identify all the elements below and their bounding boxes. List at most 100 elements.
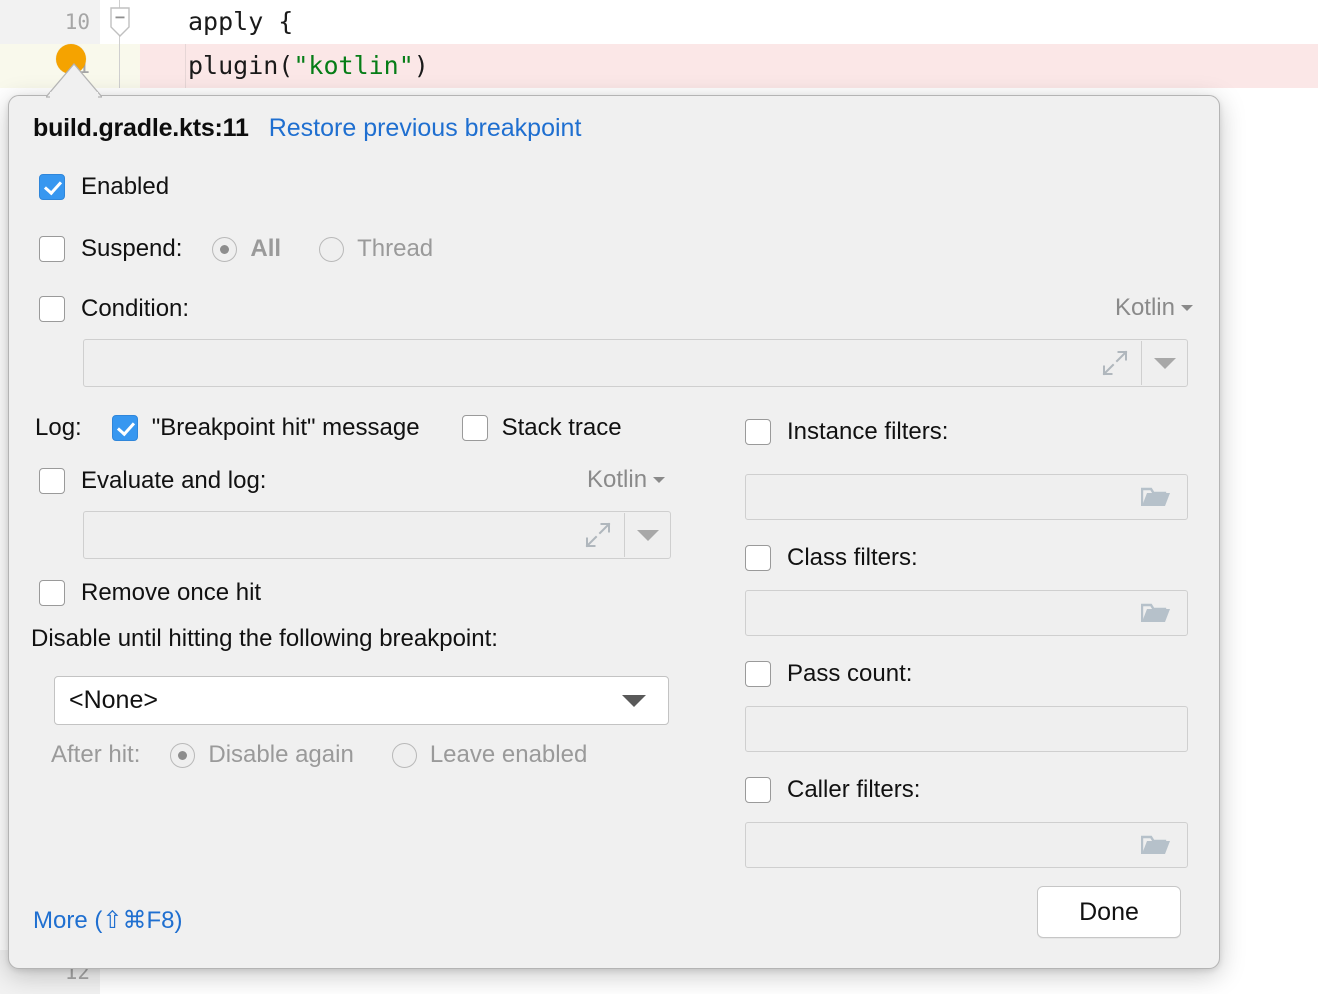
enabled-checkbox[interactable] xyxy=(39,174,65,200)
instance-filters-row[interactable]: Instance filters: xyxy=(745,418,948,446)
code-line-10: 10 apply { xyxy=(0,0,1318,44)
log-stack-trace-label: Stack trace xyxy=(501,414,622,441)
after-hit-label: After hit: xyxy=(51,741,141,768)
pass-count-label: Pass count: xyxy=(787,660,913,687)
code-line-11: 11 plugin("kotlin") xyxy=(0,44,1318,88)
log-stack-trace-option[interactable]: Stack trace xyxy=(461,414,622,442)
after-hit-row: After hit: Disable again Leave enabled xyxy=(51,741,587,769)
evaluate-expand-button[interactable] xyxy=(572,512,624,558)
log-label: Log: xyxy=(35,414,82,441)
condition-checkbox[interactable] xyxy=(39,296,65,322)
line-number: 10 xyxy=(64,10,90,34)
suspend-thread-label: Thread xyxy=(357,235,434,262)
log-row: Log: "Breakpoint hit" message Stack trac… xyxy=(35,414,622,442)
code-string-literal: "kotlin" xyxy=(293,51,414,80)
chevron-down-icon xyxy=(1153,357,1176,369)
log-stack-trace-checkbox[interactable] xyxy=(461,415,488,441)
caller-filters-checkbox[interactable] xyxy=(745,777,771,803)
disable-until-label: Disable until hitting the following brea… xyxy=(31,625,498,652)
condition-expand-button[interactable] xyxy=(1089,340,1141,386)
condition-history-dropdown-button[interactable] xyxy=(1142,340,1187,386)
enabled-label: Enabled xyxy=(81,173,170,200)
class-filters-row[interactable]: Class filters: xyxy=(745,544,918,572)
code-text: apply { xyxy=(188,7,294,36)
folder-open-icon xyxy=(1141,603,1170,622)
code-text-prefix: plugin( xyxy=(188,51,294,80)
fold-guide-line xyxy=(119,44,120,88)
condition-label: Condition: xyxy=(81,295,190,322)
done-button[interactable]: Done xyxy=(1037,886,1181,938)
disable-until-selected-value: <None> xyxy=(69,686,158,714)
condition-language-selector[interactable]: Kotlin xyxy=(1115,294,1193,322)
restore-previous-breakpoint-link[interactable]: Restore previous breakpoint xyxy=(269,114,582,143)
page-title: build.gradle.kts:11 xyxy=(33,114,249,142)
evaluate-and-log-checkbox[interactable] xyxy=(39,468,65,494)
evaluate-language-selector[interactable]: Kotlin xyxy=(587,466,666,494)
caller-filters-browse-button[interactable] xyxy=(1133,823,1179,867)
pass-count-checkbox[interactable] xyxy=(745,661,771,687)
suspend-row[interactable]: Suspend: All Thread xyxy=(39,235,433,263)
fold-column[interactable] xyxy=(100,0,140,44)
condition-language-label: Kotlin xyxy=(1114,294,1175,321)
popup-header: build.gradle.kts:11 Restore previous bre… xyxy=(33,114,581,143)
code-line-body[interactable]: apply { xyxy=(140,0,1318,44)
remove-once-hit-checkbox[interactable] xyxy=(39,580,65,606)
code-line-body[interactable]: plugin("kotlin") xyxy=(140,44,1318,88)
expand-diagonal-icon xyxy=(1102,350,1128,376)
suspend-checkbox[interactable] xyxy=(39,236,65,262)
evaluate-and-log-input[interactable] xyxy=(83,511,671,559)
code-text: plugin("kotlin") xyxy=(188,44,429,88)
done-button-label: Done xyxy=(1079,897,1139,926)
suspend-thread-radio[interactable] xyxy=(319,236,345,262)
pass-count-input[interactable] xyxy=(745,706,1188,752)
chevron-down-icon xyxy=(1181,305,1193,311)
folder-open-icon xyxy=(1141,835,1170,854)
instance-filters-label: Instance filters: xyxy=(787,418,949,445)
caller-filters-row[interactable]: Caller filters: xyxy=(745,776,920,804)
evaluate-and-log-row[interactable]: Evaluate and log: xyxy=(39,467,266,495)
after-hit-disable-again-radio[interactable] xyxy=(170,742,196,768)
class-filters-checkbox[interactable] xyxy=(745,545,771,571)
code-text-suffix: ) xyxy=(413,51,429,80)
after-hit-disable-again-label: Disable again xyxy=(208,741,354,768)
remove-once-hit-label: Remove once hit xyxy=(81,579,262,606)
after-hit-option-disable-again[interactable]: Disable again xyxy=(170,741,354,769)
chevron-down-icon xyxy=(636,529,659,541)
expand-diagonal-icon xyxy=(585,522,611,548)
suspend-label: Suspend: xyxy=(81,235,183,262)
class-filters-browse-button[interactable] xyxy=(1133,591,1179,635)
log-message-label: "Breakpoint hit" message xyxy=(151,414,420,441)
evaluate-history-dropdown-button[interactable] xyxy=(625,512,670,558)
after-hit-leave-enabled-radio[interactable] xyxy=(391,742,417,768)
popup-pointer-tail xyxy=(46,62,102,98)
after-hit-leave-enabled-label: Leave enabled xyxy=(429,741,588,768)
indent-guide xyxy=(185,44,186,88)
disable-until-row: Disable until hitting the following brea… xyxy=(31,625,498,653)
caller-filters-input[interactable] xyxy=(745,822,1188,868)
breakpoint-properties-popup: build.gradle.kts:11 Restore previous bre… xyxy=(8,95,1220,969)
instance-filters-browse-button[interactable] xyxy=(1133,475,1179,519)
suspend-all-label: All xyxy=(250,235,282,262)
fold-column xyxy=(100,44,140,88)
class-filters-input[interactable] xyxy=(745,590,1188,636)
log-message-option[interactable]: "Breakpoint hit" message xyxy=(111,414,420,442)
chevron-down-icon xyxy=(653,477,666,483)
enabled-row[interactable]: Enabled xyxy=(39,173,169,201)
editor-gutter[interactable]: 10 xyxy=(0,0,100,44)
condition-input[interactable] xyxy=(83,339,1188,387)
disable-until-breakpoint-select[interactable]: <None> xyxy=(54,676,669,725)
code-fold-collapse-icon[interactable] xyxy=(109,7,131,37)
suspend-all-radio[interactable] xyxy=(212,236,238,262)
chevron-down-icon xyxy=(622,694,646,707)
remove-once-hit-row[interactable]: Remove once hit xyxy=(39,579,261,607)
instance-filters-checkbox[interactable] xyxy=(745,419,771,445)
pass-count-row[interactable]: Pass count: xyxy=(745,660,912,688)
log-message-checkbox[interactable] xyxy=(111,415,138,441)
condition-row[interactable]: Condition: xyxy=(39,295,189,323)
suspend-option-all[interactable]: All xyxy=(212,235,281,263)
suspend-option-thread[interactable]: Thread xyxy=(319,235,433,263)
after-hit-option-leave-enabled[interactable]: Leave enabled xyxy=(391,741,588,769)
caller-filters-label: Caller filters: xyxy=(787,776,921,803)
instance-filters-input[interactable] xyxy=(745,474,1188,520)
more-link[interactable]: More (⇧⌘F8) xyxy=(33,906,182,935)
